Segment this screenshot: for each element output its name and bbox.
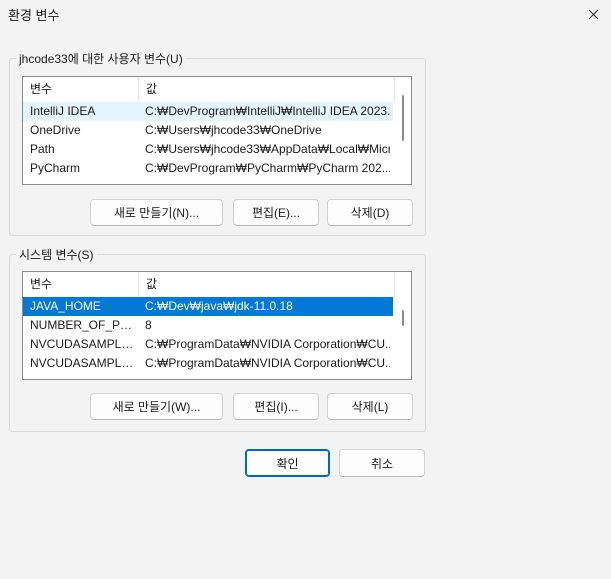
column-header-value[interactable]: 값 <box>139 272 395 296</box>
list-header: 변수 값 <box>23 77 411 101</box>
table-row[interactable]: NVCUDASAMPLE... C:₩ProgramData₩NVIDIA Co… <box>23 335 393 354</box>
variable-value: C:₩Users₩jhcode33₩OneDrive <box>145 123 322 137</box>
close-icon <box>588 9 598 19</box>
user-new-button[interactable]: 새로 만들기(N)... <box>90 199 223 226</box>
vertical-scrollbar[interactable] <box>395 77 411 184</box>
table-row[interactable]: NVCUDASAMPLE... C:₩ProgramData₩NVIDIA Co… <box>23 354 393 373</box>
variable-value: C:₩ProgramData₩NVIDIA Corporation₩CU... <box>145 356 390 370</box>
variable-name: NVCUDASAMPLE... <box>30 337 138 351</box>
user-delete-button[interactable]: 삭제(D) <box>327 199 413 226</box>
table-row[interactable]: OneDrive C:₩Users₩jhcode33₩OneDrive <box>23 121 393 140</box>
system-new-button[interactable]: 새로 만들기(W)... <box>90 393 223 420</box>
variable-name: NUMBER_OF_PRO... <box>30 318 138 332</box>
system-delete-button[interactable]: 삭제(L) <box>327 393 413 420</box>
scrollbar-thumb[interactable] <box>402 95 404 141</box>
close-button[interactable] <box>579 0 607 28</box>
table-row[interactable]: PyCharm C:₩DevProgram₩PyCharm₩PyCharm 20… <box>23 159 393 178</box>
table-row[interactable]: Path C:₩Users₩jhcode33₩AppData₩Local₩Mic… <box>23 140 393 159</box>
variable-name: Path <box>30 142 55 156</box>
variable-name: NVCUDASAMPLE... <box>30 356 138 370</box>
table-row[interactable]: NUMBER_OF_PRO... 8 <box>23 316 393 335</box>
variable-name: PyCharm <box>30 161 81 175</box>
user-variables-list[interactable]: 변수 값 IntelliJ IDEA C:₩DevProgram₩Intelli… <box>22 76 412 185</box>
table-row-selected[interactable]: JAVA_HOME C:₩Dev₩java₩jdk-11.0.18 <box>23 297 393 316</box>
system-variables-group: 시스템 변수(S) 변수 값 JAVA_HOME C:₩Dev₩java₩jdk… <box>9 246 426 432</box>
user-variables-label: jhcode33에 대한 사용자 변수(U) <box>16 50 186 67</box>
variable-value: C:₩Users₩jhcode33₩AppData₩Local₩Micr... <box>145 142 390 156</box>
list-header: 변수 값 <box>23 272 411 296</box>
variable-name: OneDrive <box>30 123 81 137</box>
column-header-variable[interactable]: 변수 <box>23 272 139 296</box>
variable-value: C:₩Dev₩java₩jdk-11.0.18 <box>145 299 293 313</box>
title-bar: 환경 변수 <box>0 0 611 30</box>
variable-value: C:₩ProgramData₩NVIDIA Corporation₩CU... <box>145 337 390 351</box>
scrollbar-thumb[interactable] <box>402 310 404 326</box>
system-edit-button[interactable]: 편집(I)... <box>233 393 319 420</box>
user-edit-button[interactable]: 편집(E)... <box>233 199 319 226</box>
vertical-scrollbar[interactable] <box>395 272 411 379</box>
column-header-variable[interactable]: 변수 <box>23 77 139 101</box>
column-header-value[interactable]: 값 <box>139 77 395 101</box>
window-title: 환경 변수 <box>8 8 60 23</box>
variable-name: JAVA_HOME <box>30 299 101 313</box>
table-row[interactable]: IntelliJ IDEA C:₩DevProgram₩IntelliJ₩Int… <box>23 102 393 121</box>
cancel-button[interactable]: 취소 <box>339 449 425 477</box>
ok-button[interactable]: 확인 <box>245 449 330 477</box>
variable-value: C:₩DevProgram₩IntelliJ₩IntelliJ IDEA 202… <box>145 104 390 118</box>
system-variables-label: 시스템 변수(S) <box>16 246 97 263</box>
user-variables-group: jhcode33에 대한 사용자 변수(U) 변수 값 IntelliJ IDE… <box>9 50 426 236</box>
variable-value: 8 <box>145 318 152 332</box>
system-variables-list[interactable]: 변수 값 JAVA_HOME C:₩Dev₩java₩jdk-11.0.18 N… <box>22 271 412 380</box>
variable-name: IntelliJ IDEA <box>30 104 96 118</box>
variable-value: C:₩DevProgram₩PyCharm₩PyCharm 202... <box>145 161 390 175</box>
